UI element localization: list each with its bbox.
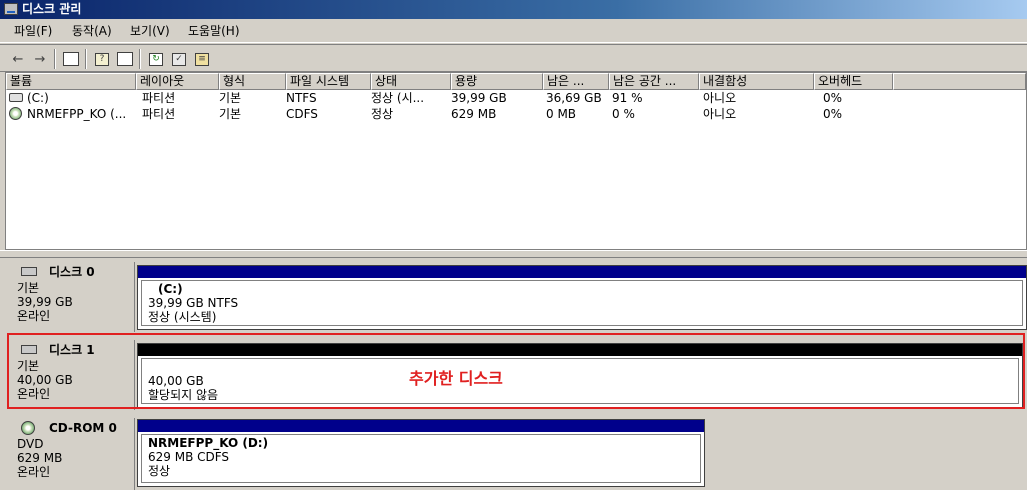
hard-disk-icon — [21, 267, 37, 276]
cell-volume: NRMEFPP_KO (... — [27, 107, 127, 121]
back-arrow-icon[interactable]: ← — [8, 49, 28, 69]
disk-row-0: 디스크 0 기본 39,99 GB 온라인 (C:) 39,99 GB NTFS… — [5, 262, 1027, 332]
forward-arrow-icon[interactable]: → — [30, 49, 50, 69]
cell-overhead: 0% — [823, 91, 843, 105]
title-bar: 디스크 관리 — [0, 0, 1027, 19]
cell-capacity: 629 MB — [451, 107, 497, 121]
menu-view[interactable]: 보기(V) — [130, 24, 170, 38]
pane-splitter[interactable] — [0, 250, 1027, 258]
cdrom-icon — [21, 421, 35, 435]
cdrom-volume-icon — [9, 107, 22, 120]
column-header-status[interactable]: 상태 — [371, 73, 451, 90]
column-header-empty — [893, 73, 1026, 90]
cell-status: 정상 (시... — [371, 91, 425, 105]
cell-type: 기본 — [219, 107, 242, 121]
disk-row-cdrom: CD-ROM 0 DVD 629 MB 온라인 NRMEFPP_KO (D:) … — [5, 418, 1027, 490]
column-header-type[interactable]: 형식 — [219, 73, 286, 90]
cell-file-system: NTFS — [286, 91, 317, 105]
toolbar-separator — [85, 49, 87, 69]
export-icon[interactable]: ≡ — [192, 49, 212, 69]
column-header-layout[interactable]: 레이아웃 — [136, 73, 219, 90]
disk-state: 온라인 — [17, 465, 51, 479]
disk-title: 디스크 0 — [49, 265, 95, 279]
cell-fault-tolerance: 아니오 — [703, 91, 737, 105]
cell-status: 정상 — [371, 107, 394, 121]
annotation-label: 추가한 디스크 — [409, 369, 503, 388]
cell-file-system: CDFS — [286, 107, 318, 121]
toolbar-separator — [54, 49, 56, 69]
cell-layout: 파티션 — [142, 107, 176, 121]
console-tree-icon[interactable] — [61, 49, 81, 69]
volume-status: 정상 — [148, 464, 171, 478]
volume-name: (C:) — [158, 282, 183, 296]
disk-graphical-view: 디스크 0 기본 39,99 GB 온라인 (C:) 39,99 GB NTFS… — [5, 258, 1027, 490]
cell-capacity: 39,99 GB — [451, 91, 507, 105]
properties-icon[interactable]: ✓ — [169, 49, 189, 69]
column-header-fault-tolerance[interactable]: 내결함성 — [699, 73, 814, 90]
cell-free-space: 36,69 GB — [546, 91, 602, 105]
column-header-volume[interactable]: 볼륨 — [6, 73, 136, 90]
cell-free-space: 0 MB — [546, 107, 577, 121]
toolbar-separator — [139, 49, 141, 69]
table-row[interactable]: (C:) 파티션 기본 NTFS 정상 (시... 39,99 GB 36,69… — [6, 90, 1026, 106]
menu-file[interactable]: 파일(F) — [14, 24, 52, 38]
disk-size: 39,99 GB — [17, 295, 73, 309]
cell-percent-free: 91 % — [612, 91, 643, 105]
window-title: 디스크 관리 — [22, 2, 82, 16]
disk-title: CD-ROM 0 — [49, 421, 117, 435]
column-header-percent-free[interactable]: 남은 공간 ... — [609, 73, 699, 90]
volume-bar — [138, 266, 1026, 278]
disk-state: 온라인 — [17, 309, 51, 323]
menu-action[interactable]: 동작(A) — [72, 24, 112, 38]
toolbar: ← → ? ↻ ✓ ≡ — [0, 44, 1027, 72]
cell-layout: 파티션 — [142, 91, 176, 105]
table-row[interactable]: NRMEFPP_KO (... 파티션 기본 CDFS 정상 629 MB 0 … — [6, 106, 1026, 122]
hard-disk-volume-icon — [9, 93, 23, 102]
cell-fault-tolerance: 아니오 — [703, 107, 737, 121]
volume-name: NRMEFPP_KO (D:) — [148, 436, 269, 450]
volume-list: 볼륨 레이아웃 형식 파일 시스템 상태 용량 남은 ... 남은 공간 ...… — [5, 72, 1027, 250]
disk-type: DVD — [17, 437, 44, 451]
column-header-capacity[interactable]: 용량 — [451, 73, 543, 90]
cell-volume: (C:) — [27, 91, 49, 105]
disk-label-cdrom[interactable]: CD-ROM 0 DVD 629 MB 온라인 — [8, 418, 135, 490]
volume-bar — [138, 420, 704, 432]
column-header-free-space[interactable]: 남은 ... — [543, 73, 609, 90]
disk-management-app-icon — [4, 3, 18, 15]
column-header-file-system[interactable]: 파일 시스템 — [286, 73, 371, 90]
volume-detail: 629 MB CDFS — [148, 450, 230, 464]
volume-detail: 39,99 GB NTFS — [148, 296, 239, 310]
help-icon[interactable]: ? — [92, 49, 112, 69]
column-header-overhead[interactable]: 오버헤드 — [814, 73, 893, 90]
disk-size: 629 MB — [17, 451, 63, 465]
refresh-icon[interactable]: ↻ — [146, 49, 166, 69]
volume-d[interactable]: NRMEFPP_KO (D:) 629 MB CDFS 정상 — [137, 419, 705, 487]
disk-label-0[interactable]: 디스크 0 기본 39,99 GB 온라인 — [8, 262, 135, 332]
cell-percent-free: 0 % — [612, 107, 635, 121]
menu-help[interactable]: 도움말(H) — [188, 24, 240, 38]
highlight-box — [7, 333, 1025, 409]
properties-pane-icon[interactable] — [115, 49, 135, 69]
cell-overhead: 0% — [823, 107, 843, 121]
volume-status: 정상 (시스템) — [148, 310, 217, 324]
menu-bar: 파일(F) 동작(A) 보기(V) 도움말(H) — [0, 19, 1027, 43]
disk-type: 기본 — [17, 281, 40, 295]
cell-type: 기본 — [219, 91, 242, 105]
volume-c[interactable]: (C:) 39,99 GB NTFS 정상 (시스템) — [137, 265, 1027, 330]
